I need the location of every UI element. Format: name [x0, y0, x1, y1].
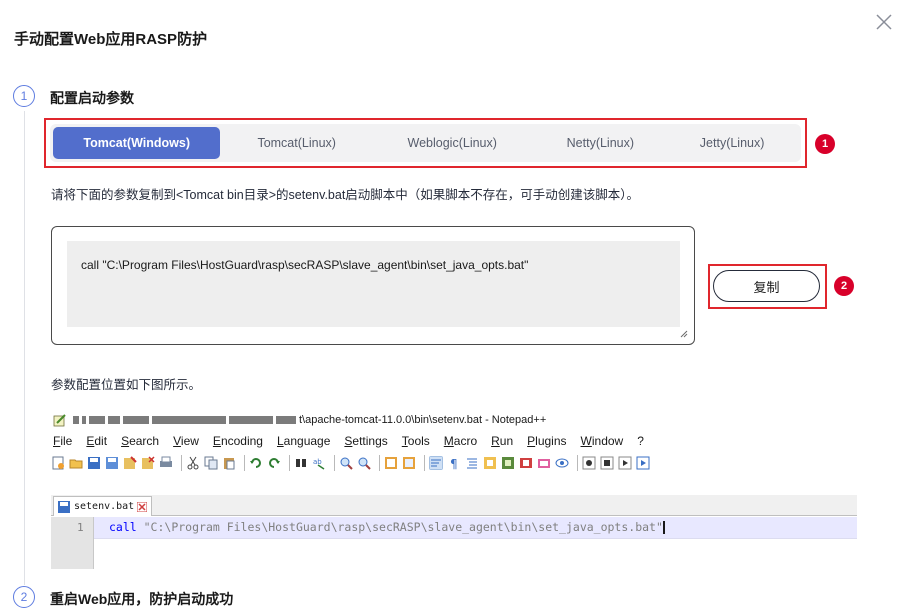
saved-file-icon [58, 500, 70, 513]
toolbar-separator [577, 455, 578, 471]
notepad-titlebar: t\apache-tomcat-11.0.0\bin\setenv.bat - … [51, 409, 857, 431]
toolbar-separator [289, 455, 290, 471]
paste-icon[interactable] [222, 456, 236, 470]
toolbar-separator [379, 455, 380, 471]
folder-workspace-icon[interactable] [519, 456, 533, 470]
location-text: 参数配置位置如下图所示。 [51, 378, 202, 392]
notepad-app-icon [53, 413, 66, 426]
svg-text:ab: ab [313, 458, 322, 466]
line-number-gutter [51, 517, 94, 569]
menu-tools[interactable]: Tools [400, 434, 430, 448]
parameter-value: call "C:\Program Files\HostGuard\rasp\se… [81, 258, 529, 272]
step-1-circle: 1 [13, 85, 35, 107]
editor-code-line[interactable]: call "C:\Program Files\HostGuard\rasp\se… [109, 520, 665, 534]
close-icon[interactable] [874, 12, 894, 32]
zoom-in-icon[interactable] [339, 456, 353, 470]
redacted-block [152, 416, 226, 424]
resize-handle-icon[interactable] [680, 330, 688, 338]
find-icon[interactable] [294, 456, 308, 470]
copy-icon[interactable] [204, 456, 218, 470]
doc-map-icon[interactable] [483, 456, 497, 470]
notepad-screenshot: t\apache-tomcat-11.0.0\bin\setenv.bat - … [51, 409, 857, 569]
parameter-textarea[interactable]: call "C:\Program Files\HostGuard\rasp\se… [51, 226, 695, 345]
notepad-tabstrip: setenv.bat [51, 495, 857, 516]
tab-netty-linux[interactable]: Netty(Linux) [534, 127, 666, 159]
cut-icon[interactable] [186, 456, 200, 470]
annotation-badge-2: 2 [834, 276, 854, 296]
notepad-menubar: File Edit Search View Encoding Language … [51, 432, 857, 450]
word-wrap-icon[interactable] [429, 456, 443, 470]
replace-icon[interactable]: ab [312, 456, 326, 470]
menu-language[interactable]: Language [275, 434, 330, 448]
instruction-text: 请将下面的参数复制到<Tomcat bin目录>的setenv.bat启动脚本中… [51, 188, 640, 202]
tab-tomcat-windows[interactable]: Tomcat(Windows) [53, 127, 221, 159]
notepad-toolbar: ab ¶ [51, 452, 857, 474]
redacted-block [276, 416, 296, 424]
redacted-block [82, 416, 86, 424]
step-2-circle: 2 [13, 586, 35, 608]
save-all-icon[interactable] [105, 456, 119, 470]
menu-macro[interactable]: Macro [442, 434, 477, 448]
svg-text:¶: ¶ [450, 457, 458, 470]
sync-horizontal-icon[interactable] [402, 456, 416, 470]
tab-close-icon[interactable] [137, 501, 148, 512]
menu-file[interactable]: File [51, 434, 72, 448]
text-caret [662, 521, 665, 534]
eye-icon[interactable] [555, 456, 569, 470]
sync-vertical-icon[interactable] [384, 456, 398, 470]
print-icon[interactable] [159, 456, 173, 470]
menu-run[interactable]: Run [489, 434, 513, 448]
redo-icon[interactable] [267, 456, 281, 470]
menu-plugins[interactable]: Plugins [525, 434, 566, 448]
platform-tabs: Tomcat(Windows) Tomcat(Linux) Weblogic(L… [50, 124, 801, 162]
toolbar-separator [244, 455, 245, 471]
copy-button[interactable]: 复制 [713, 270, 820, 302]
file-tab-setenv[interactable]: setenv.bat [53, 496, 153, 516]
toolbar-separator [334, 455, 335, 471]
dialog-title: 手动配置Web应用RASP防护 [14, 31, 208, 48]
code-keyword: call [109, 520, 137, 534]
stop-macro-icon[interactable] [600, 456, 614, 470]
new-file-icon[interactable] [51, 456, 65, 470]
menu-settings[interactable]: Settings [342, 434, 387, 448]
play-macro-icon[interactable] [618, 456, 632, 470]
line-number: 1 [77, 521, 84, 534]
tab-weblogic-linux[interactable]: Weblogic(Linux) [373, 127, 531, 159]
file-tab-label: setenv.bat [74, 501, 135, 512]
menu-search[interactable]: Search [119, 434, 159, 448]
toolbar-separator [181, 455, 182, 471]
redacted-block [108, 416, 120, 424]
save-icon[interactable] [87, 456, 101, 470]
menu-help[interactable]: ? [635, 434, 644, 448]
close-all-icon[interactable] [141, 456, 155, 470]
show-all-chars-icon[interactable]: ¶ [447, 456, 461, 470]
tab-tomcat-linux[interactable]: Tomcat(Linux) [223, 127, 370, 159]
redacted-block [73, 416, 79, 424]
toolbar-separator [424, 455, 425, 471]
annotation-badge-1: 1 [815, 134, 835, 154]
redacted-block [229, 416, 273, 424]
menu-edit[interactable]: Edit [84, 434, 107, 448]
zoom-out-icon[interactable] [357, 456, 371, 470]
monitoring-icon[interactable] [537, 456, 551, 470]
run-macro-multiple-icon[interactable] [636, 456, 650, 470]
code-string: "C:\Program Files\HostGuard\rasp\secRASP… [136, 520, 663, 534]
menu-window[interactable]: Window [579, 434, 624, 448]
record-macro-icon[interactable] [582, 456, 596, 470]
close-file-icon[interactable] [123, 456, 137, 470]
menu-encoding[interactable]: Encoding [211, 434, 263, 448]
step-1-title: 配置启动参数 [50, 90, 134, 106]
parameter-textarea-content: call "C:\Program Files\HostGuard\rasp\se… [67, 241, 680, 327]
tab-jetty-linux[interactable]: Jetty(Linux) [669, 127, 795, 159]
step-connector-line [24, 111, 25, 585]
menu-view[interactable]: View [171, 434, 199, 448]
notepad-title-text: t\apache-tomcat-11.0.0\bin\setenv.bat - … [299, 414, 547, 426]
redacted-block [89, 416, 105, 424]
step-2-title: 重启Web应用，防护启动成功 [50, 591, 234, 607]
redacted-block [123, 416, 149, 424]
indent-guide-icon[interactable] [465, 456, 479, 470]
function-list-icon[interactable] [501, 456, 515, 470]
undo-icon[interactable] [249, 456, 263, 470]
open-file-icon[interactable] [69, 456, 83, 470]
